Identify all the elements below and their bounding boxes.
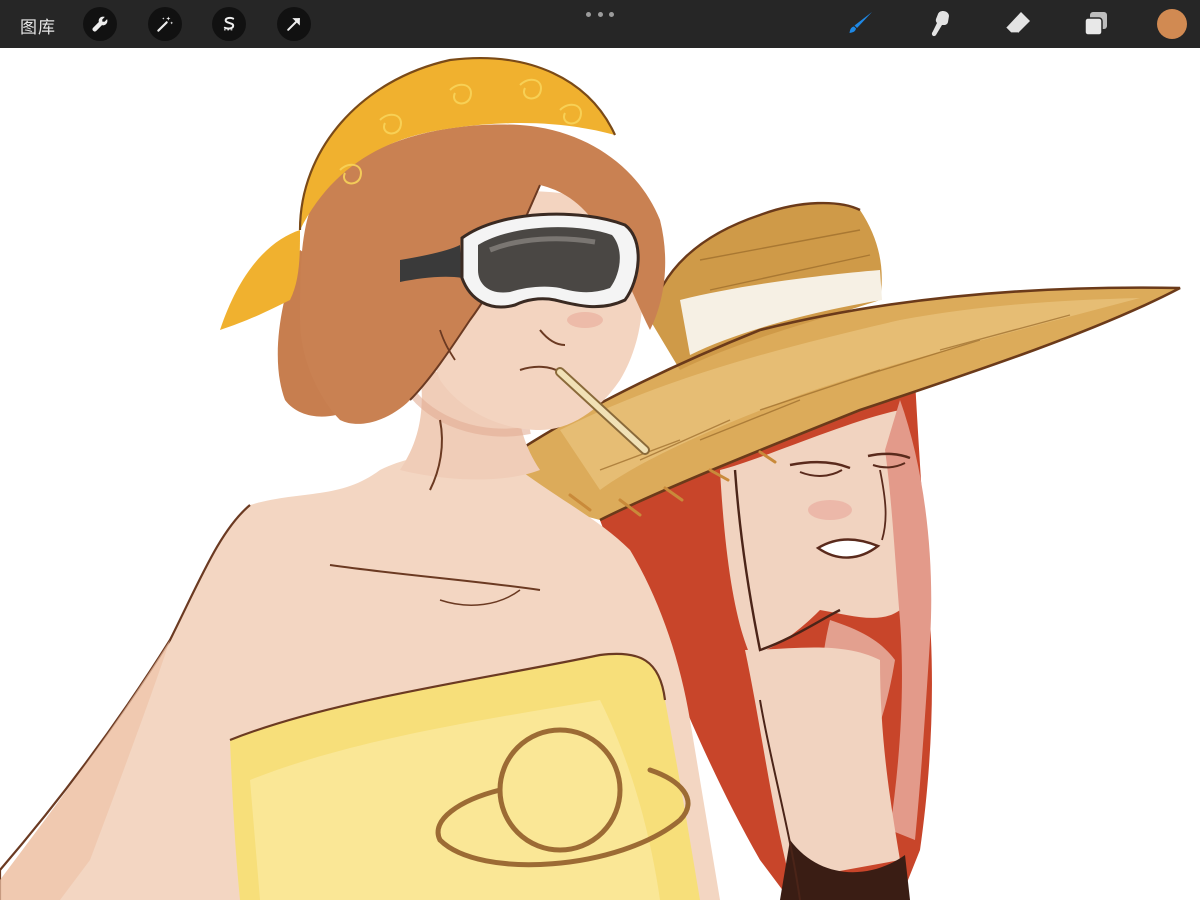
dot-icon [597,11,603,17]
layers-icon [1084,12,1107,36]
wrench-icon [92,16,108,32]
selection-button[interactable] [212,7,246,41]
top-toolbar: 图库 [0,0,1200,48]
layers-button[interactable] [1080,8,1112,40]
dot-icon [609,11,614,17]
brush-icon [849,12,872,33]
adjustments-button[interactable] [148,7,182,41]
artwork-illustration [0,56,1181,900]
dot-icon [586,11,591,17]
smudge-icon [931,11,949,37]
eraser-icon [1005,12,1030,34]
arrow-cursor-icon [287,18,300,31]
drawing-canvas[interactable] [0,48,1200,900]
eraser-tool-button[interactable] [1002,8,1034,40]
magic-wand-icon [157,16,174,32]
gallery-button[interactable]: 图库 [20,13,56,38]
color-picker-button[interactable] [1157,9,1187,39]
transform-button[interactable] [277,7,311,41]
selection-s-icon [223,16,235,31]
actions-button[interactable] [83,7,117,41]
more-options-button[interactable] [586,8,614,20]
brush-tool-button[interactable] [845,8,877,40]
smudge-tool-button[interactable] [924,8,956,40]
